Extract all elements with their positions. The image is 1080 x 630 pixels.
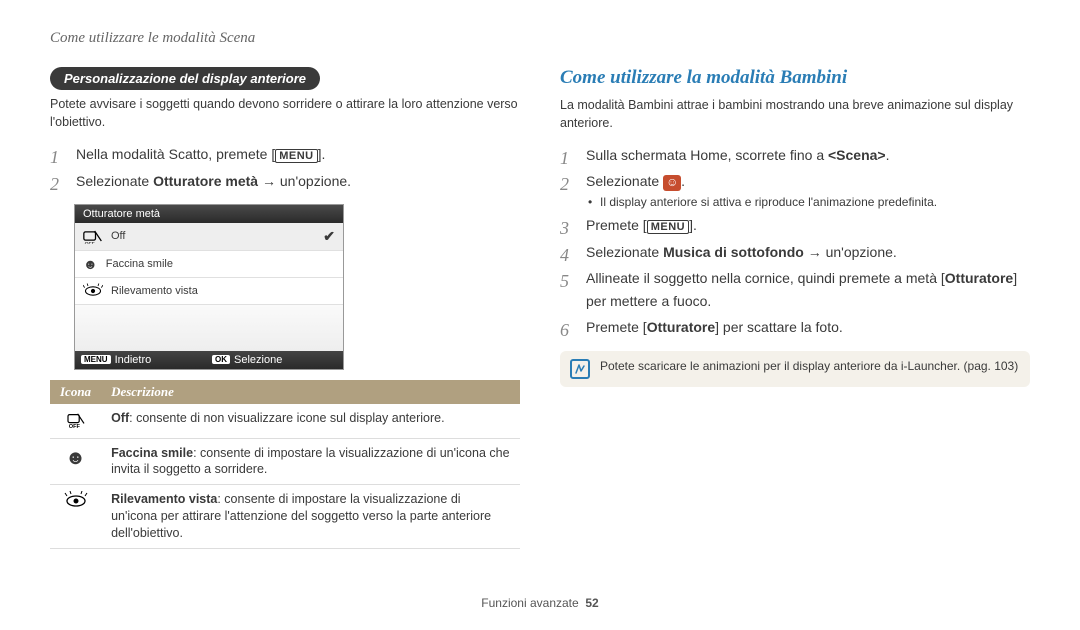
menu-footer-label: Indietro (115, 354, 152, 366)
step-text-bold: Otturatore metà (153, 173, 258, 189)
step-subtext: Il display anteriore si attiva e riprodu… (586, 195, 1030, 211)
step-text: . (886, 147, 890, 163)
step-text: Selezionate (586, 244, 663, 260)
camera-menu-screenshot: Otturatore metà OFF Off ✔ ☻ Faccina smil… (74, 204, 344, 370)
icon-description-table: Icona Descrizione OFF Off: consente di n… (50, 380, 520, 549)
step-text: Selezionate (586, 173, 663, 189)
table-cell: Rilevamento vista: consente di impostare… (101, 485, 520, 549)
menu-row-smile: ☻ Faccina smile (75, 251, 343, 278)
step-text: ]. (318, 146, 326, 162)
right-column: Come utilizzare la modalità Bambini La m… (560, 67, 1030, 549)
step-text: Selezionate (76, 173, 153, 189)
svg-text:OFF: OFF (85, 242, 95, 244)
step-text: ]. (689, 217, 697, 233)
page-number: 52 (585, 596, 598, 610)
menu-footer: MENU Indietro OK Selezione (75, 351, 343, 369)
step-text: . (681, 173, 685, 189)
off-icon: OFF (50, 404, 101, 438)
step-text: Premete [ (586, 217, 647, 233)
step-text: Allineate il soggetto nella cornice, qui… (586, 270, 945, 286)
step-text-bold: Musica di sottofondo (663, 244, 804, 260)
smile-icon: ☻ (83, 256, 98, 272)
table-header-icona: Icona (50, 380, 101, 404)
right-steps: Sulla schermata Home, scorrete fino a <S… (560, 144, 1030, 339)
table-cell: Faccina smile: consente di impostare la … (101, 438, 520, 485)
step-text: → un'opzione. (258, 173, 351, 189)
menu-title: Otturatore metà (75, 205, 343, 223)
info-icon (570, 359, 590, 379)
info-note: Potete scaricare le animazioni per il di… (560, 351, 1030, 387)
step-6: Premete [Otturatore] per scattare la fot… (560, 316, 1030, 338)
step-text-bold: Otturatore (945, 270, 1013, 286)
menu-row-label: Rilevamento vista (111, 285, 198, 297)
step-1: Sulla schermata Home, scorrete fino a <S… (560, 144, 1030, 166)
menu-row-label: Faccina smile (106, 258, 173, 270)
section-pill: Personalizzazione del display anteriore (50, 67, 320, 90)
step-text: → un'opzione. (804, 244, 897, 260)
svg-text:OFF: OFF (68, 424, 80, 429)
step-2: Selezionate Otturatore metà → un'opzione… (50, 170, 520, 192)
intro-text: Potete avvisare i soggetti quando devono… (50, 96, 520, 131)
bambini-mode-icon (663, 175, 681, 191)
table-bold: Faccina smile (111, 446, 193, 460)
menu-key-icon: MENU (275, 149, 317, 163)
menu-footer-label: Selezione (234, 354, 282, 366)
menu-key-icon: MENU (647, 220, 689, 234)
step-text: Premete [ (586, 319, 647, 335)
step-4: Selezionate Musica di sottofondo → un'op… (560, 241, 1030, 263)
table-bold: Rilevamento vista (111, 492, 217, 506)
step-text-bold: <Scena> (828, 147, 886, 163)
table-row: ☻ Faccina smile: consente di impostare l… (50, 438, 520, 485)
step-5: Allineate il soggetto nella cornice, qui… (560, 267, 1030, 312)
menu-row-off: OFF Off ✔ (75, 223, 343, 251)
eye-icon (83, 283, 103, 299)
ok-key: OK (212, 355, 230, 364)
table-row: OFF Off: consente di non visualizzare ic… (50, 404, 520, 438)
menu-key: MENU (81, 355, 111, 364)
info-text: Potete scaricare le animazioni per il di… (600, 359, 1018, 373)
off-icon: OFF (83, 228, 103, 244)
menu-empty-area (75, 305, 343, 351)
table-header-descrizione: Descrizione (101, 380, 520, 404)
table-bold: Off (111, 411, 129, 425)
eye-icon (50, 485, 101, 549)
smile-icon: ☻ (50, 438, 101, 485)
section-title-bambini: Come utilizzare la modalità Bambini (560, 67, 1030, 89)
intro-text: La modalità Bambini attrae i bambini mos… (560, 97, 1030, 132)
step-2: Selezionate . Il display anteriore si at… (560, 170, 1030, 210)
left-steps: Nella modalità Scatto, premete [MENU]. S… (50, 143, 520, 192)
breadcrumb: Come utilizzare le modalità Scena (50, 30, 1030, 47)
step-text: Sulla schermata Home, scorrete fino a (586, 147, 828, 163)
menu-row-label: Off (111, 230, 125, 242)
step-1: Nella modalità Scatto, premete [MENU]. (50, 143, 520, 166)
left-column: Personalizzazione del display anteriore … (50, 67, 520, 549)
footer-label: Funzioni avanzate (481, 596, 578, 610)
page-footer: Funzioni avanzate 52 (0, 596, 1080, 610)
check-icon: ✔ (323, 228, 335, 245)
step-text: Nella modalità Scatto, premete [ (76, 146, 275, 162)
table-row: Rilevamento vista: consente di impostare… (50, 485, 520, 549)
step-3: Premete [MENU]. (560, 214, 1030, 237)
step-text-bold: Otturatore (647, 319, 715, 335)
menu-row-vista: Rilevamento vista (75, 278, 343, 305)
step-text: ] per scattare la foto. (715, 319, 843, 335)
table-cell: Off: consente di non visualizzare icone … (101, 404, 520, 438)
